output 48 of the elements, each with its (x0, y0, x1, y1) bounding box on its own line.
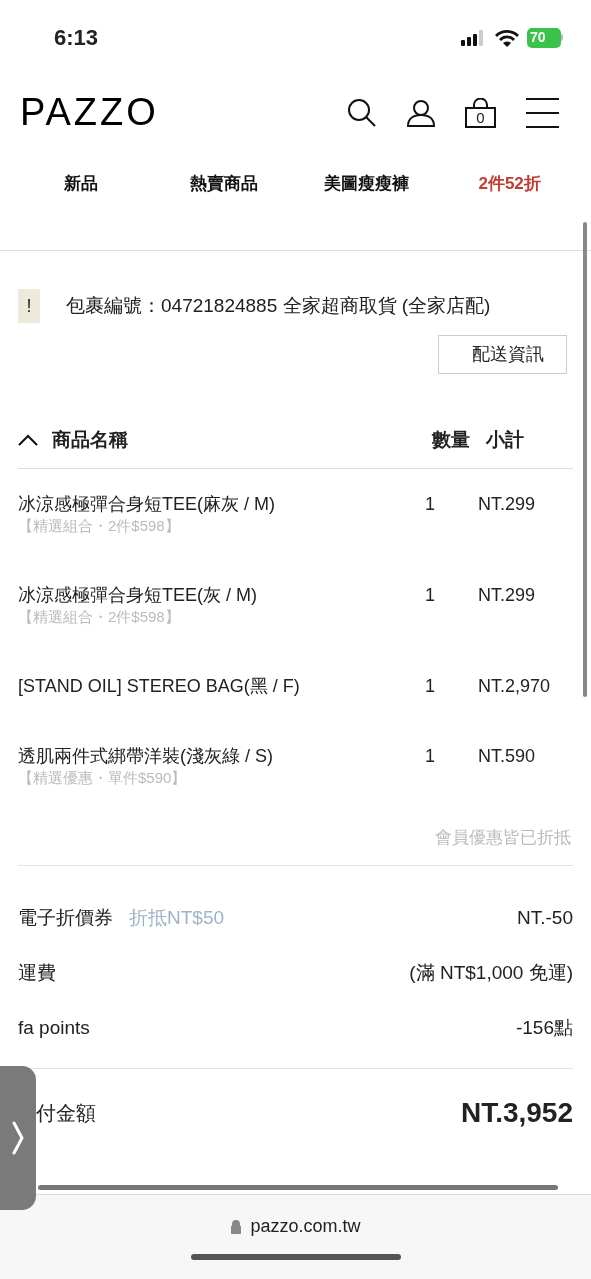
total-label: 付金額 (36, 1101, 96, 1126)
nav-link[interactable]: 新品 (10, 171, 153, 197)
summary-label: 運費 (18, 961, 56, 986)
caret-up-icon[interactable] (18, 434, 38, 446)
person-icon[interactable] (407, 98, 435, 127)
nav-link[interactable]: 美圖瘦瘦褲 (295, 171, 439, 197)
subtotal: NT.299 (477, 493, 537, 516)
summary-label: 電子折價券 (18, 906, 113, 931)
subtotal: NT.2,970 (477, 675, 552, 698)
product-name: 冰涼感極彈合身短TEE(灰 / M) (18, 584, 258, 607)
quantity: 1 (424, 584, 436, 607)
subtotal: NT.590 (477, 745, 537, 768)
summary-value: (滿 NT$1,000 免運) (409, 961, 573, 986)
total-amount: NT.3,952 (460, 1096, 573, 1130)
lock-icon (230, 1219, 243, 1234)
promo-label: 【精選組合・2件$598】 (18, 610, 181, 624)
nav-link[interactable]: 2件52折 (438, 171, 581, 197)
summary-value: NT.-50 (517, 906, 573, 931)
bag-handle-icon (473, 97, 488, 108)
alert-icon: ! (18, 289, 40, 323)
wifi-icon (495, 28, 519, 47)
address-bar[interactable]: pazzo.com.tw (230, 1213, 361, 1240)
promo-label: 【精選優惠・單件$590】 (18, 771, 188, 785)
quantity: 1 (424, 493, 436, 516)
member-discount-note: 會員優惠皆已折抵 (435, 827, 571, 850)
battery-icon: 70 (527, 27, 563, 48)
product-name: 透肌兩件式綁帶洋裝(淺灰綠 / S) (18, 745, 274, 768)
summary-value: -156點 (515, 1016, 573, 1041)
menu-icon[interactable] (526, 97, 559, 128)
quantity: 1 (424, 675, 436, 698)
summary-label: fa points (18, 1016, 90, 1041)
promo-label: 【精選組合・2件$598】 (18, 519, 181, 533)
nav-link[interactable]: 熱賣商品 (152, 171, 296, 197)
product-name: 冰涼感極彈合身短TEE(麻灰 / M) (18, 493, 276, 516)
coupon-note: 折抵NT$50 (129, 906, 225, 931)
side-tab-button[interactable] (0, 1066, 36, 1210)
logo[interactable]: PAZZO (20, 84, 159, 141)
product-name: [STAND OIL] STEREO BAG(黑 / F) (18, 675, 301, 698)
status-time: 6:13 (54, 24, 99, 52)
chevron-right-icon (12, 1121, 24, 1155)
search-icon[interactable] (347, 97, 377, 128)
column-header: 商品名稱 (52, 427, 129, 452)
package-info: 包裹編號：04721824885 全家超商取貨 (全家店配) (66, 293, 491, 318)
column-header: 小計 (486, 427, 525, 452)
shipping-info-button[interactable]: 配送資訊 (438, 335, 567, 374)
column-header: 數量 (432, 427, 471, 452)
subtotal: NT.299 (477, 584, 537, 607)
quantity: 1 (424, 745, 436, 768)
